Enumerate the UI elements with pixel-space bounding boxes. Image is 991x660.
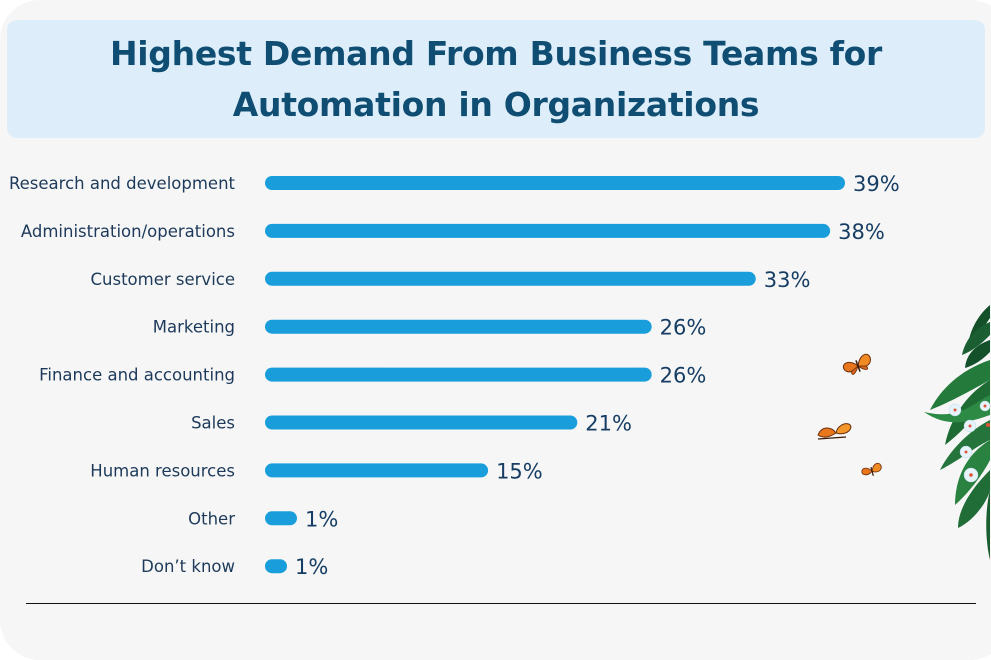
bar [265,415,578,430]
category-label: Other [188,509,235,528]
value-label: 21% [585,412,632,436]
category-label: Research and development [9,174,236,193]
value-label: 1% [295,555,328,579]
bar [265,367,652,382]
value-label: 38% [838,220,885,244]
category-label: Marketing [153,318,235,337]
value-label: 39% [853,172,900,196]
value-label: 1% [305,507,338,531]
bar [265,463,489,478]
bottom-divider [26,603,976,604]
value-label: 33% [764,268,811,292]
bar [265,319,652,334]
category-label: Human resources [90,461,235,480]
bar-chart: Research and development 39% Administratio… [9,172,900,579]
bar [265,176,845,190]
bar [265,271,756,286]
category-label: Administration/operations [21,222,235,241]
category-label: Finance and accounting [39,366,235,385]
bar [265,559,287,574]
bar [265,511,297,526]
category-label: Customer service [91,270,236,289]
category-label: Don’t know [141,557,235,576]
value-label: 26% [660,364,707,388]
value-label: 15% [496,459,543,483]
value-label: 26% [660,316,707,340]
category-label: Sales [191,414,235,433]
bar [265,223,831,238]
